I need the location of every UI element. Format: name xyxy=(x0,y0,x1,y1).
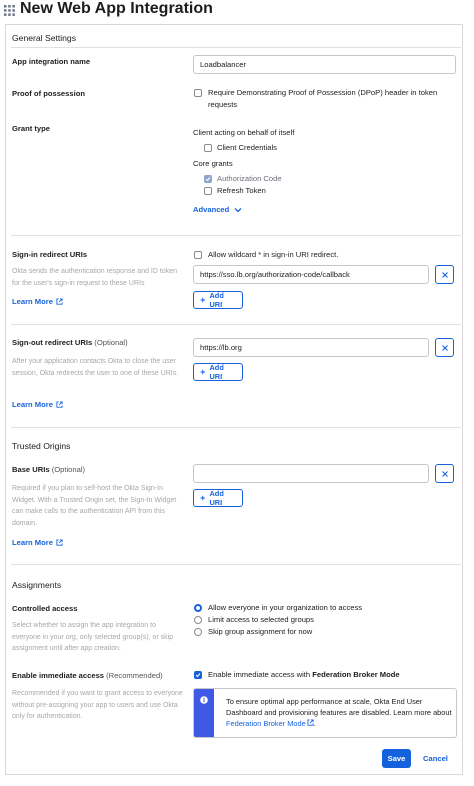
app-name-label: App integration name xyxy=(12,57,91,66)
remove-signin-uri-button[interactable] xyxy=(435,265,454,284)
base-uris-label-text: Base URIs xyxy=(12,465,50,474)
authorization-code-checkbox[interactable] xyxy=(204,175,212,183)
advanced-label: Advanced xyxy=(193,205,230,214)
signout-uri-input[interactable] xyxy=(193,338,429,357)
remove-signout-uri-button[interactable] xyxy=(435,338,454,357)
add-uri-label: Add URI xyxy=(209,363,224,381)
trusted-origins-title: Trusted Origins xyxy=(12,441,71,451)
callout-text: To ensure optimal app performance at sca… xyxy=(226,696,452,729)
federation-broker-mode-text: Federation Broker Mode xyxy=(312,670,400,679)
optional-tag: (Optional) xyxy=(51,465,86,474)
authorization-code-label: Authorization Code xyxy=(217,174,282,183)
plus-icon xyxy=(200,297,206,303)
assignments-title: Assignments xyxy=(12,580,62,590)
trusted-learn-more-link[interactable]: Learn More xyxy=(12,538,63,547)
dpop-checkbox[interactable] xyxy=(194,89,202,97)
plus-icon xyxy=(200,369,206,375)
wildcard-checkbox[interactable] xyxy=(194,251,202,259)
signin-learn-more-link[interactable]: Learn More xyxy=(12,297,63,306)
external-link-icon xyxy=(56,539,63,546)
client-credentials-label: Client Credentials xyxy=(217,143,277,152)
learn-more-text: Learn More xyxy=(12,297,53,306)
add-uri-label: Add URI xyxy=(209,489,224,507)
radio-allow-everyone-label: Allow everyone in your organization to a… xyxy=(208,603,363,612)
client-acting-heading: Client acting on behalf of itself xyxy=(193,128,295,137)
immediate-access-hint: Recommended if you want to grant access … xyxy=(12,690,183,721)
radio-limit-groups[interactable] xyxy=(194,616,202,624)
save-button[interactable]: Save xyxy=(382,749,411,768)
callout-period: . xyxy=(313,719,316,728)
pop-label: Proof of possession xyxy=(12,89,85,98)
app-grid-icon xyxy=(4,5,15,16)
immediate-access-label: Enable immediate access (Recommended) xyxy=(12,671,163,680)
signin-uri-input[interactable] xyxy=(193,265,429,284)
radio-skip-assignment[interactable] xyxy=(194,628,202,636)
close-icon xyxy=(441,271,448,278)
grant-type-label: Grant type xyxy=(12,124,50,133)
remove-base-uri-button[interactable] xyxy=(435,464,454,483)
wildcard-label: Allow wildcard * in sign-in URI redirect… xyxy=(208,250,339,259)
controlled-access-hint: Select whether to assign the app integra… xyxy=(12,622,174,653)
federation-info-callout: To ensure optimal app performance at sca… xyxy=(193,688,457,738)
plus-icon xyxy=(200,495,206,501)
immediate-access-label-text: Enable immediate access xyxy=(12,671,105,680)
learn-more-text: Learn More xyxy=(12,538,53,547)
chevron-down-icon xyxy=(234,207,242,212)
app-name-input[interactable] xyxy=(193,55,456,74)
signout-learn-more-link[interactable]: Learn More xyxy=(12,400,63,409)
page-header: New Web App Integration xyxy=(0,0,474,20)
advanced-toggle[interactable]: Advanced xyxy=(193,205,242,214)
general-settings-title: General Settings xyxy=(12,33,77,43)
info-icon xyxy=(200,696,208,704)
base-uri-add-button[interactable]: Add URI xyxy=(193,489,243,507)
close-icon xyxy=(441,470,448,477)
divider xyxy=(11,427,461,428)
signout-redirect-label-text: Sign-out redirect URIs xyxy=(12,338,93,347)
base-uri-input[interactable] xyxy=(193,464,429,483)
check-icon xyxy=(205,177,211,182)
radio-limit-groups-label: Limit access to selected groups xyxy=(208,615,314,624)
page-title: New Web App Integration xyxy=(20,0,213,17)
signout-redirect-label: Sign-out redirect URIs (Optional) xyxy=(12,338,128,347)
dpop-checkbox-label-line1: Require Demonstrating Proof of Possessio… xyxy=(208,88,438,97)
base-uris-label: Base URIs (Optional) xyxy=(12,465,85,474)
immediate-access-checkbox[interactable] xyxy=(194,671,202,679)
controlled-access-label: Controlled access xyxy=(12,604,78,613)
federation-broker-mode-link[interactable]: Federation Broker Mode xyxy=(226,719,314,728)
core-grants-heading: Core grants xyxy=(193,159,233,168)
divider xyxy=(11,324,461,325)
cancel-button[interactable]: Cancel xyxy=(423,754,448,763)
signin-redirect-hint: Okta sends the authentication response a… xyxy=(12,268,177,287)
external-link-icon xyxy=(307,719,314,726)
federation-broker-mode-link-text: Federation Broker Mode xyxy=(226,719,306,728)
signin-redirect-label: Sign-in redirect URIs xyxy=(12,250,88,259)
refresh-token-checkbox[interactable] xyxy=(204,187,212,195)
integration-form-panel: General Settings App integration name Pr… xyxy=(5,24,463,775)
refresh-token-label: Refresh Token xyxy=(217,186,266,195)
divider xyxy=(11,47,461,48)
learn-more-text: Learn More xyxy=(12,400,53,409)
immediate-access-checkbox-label: Enable immediate access with Federation … xyxy=(208,670,400,679)
signin-add-uri-button[interactable]: Add URI xyxy=(193,291,243,309)
divider xyxy=(11,564,461,565)
divider xyxy=(11,235,461,236)
signout-redirect-hint: After your application contacts Okta to … xyxy=(12,358,179,377)
add-uri-label: Add URI xyxy=(209,291,224,309)
client-credentials-checkbox[interactable] xyxy=(204,144,212,152)
external-link-icon xyxy=(56,298,63,305)
external-link-icon xyxy=(56,401,63,408)
check-icon xyxy=(195,673,201,678)
optional-tag: (Optional) xyxy=(94,338,128,347)
recommended-tag: (Recommended) xyxy=(106,671,163,680)
immediate-access-prefix: Enable immediate access with xyxy=(208,670,311,679)
radio-allow-everyone[interactable] xyxy=(194,604,202,612)
dpop-checkbox-label-line2: requests xyxy=(208,100,238,109)
signout-add-uri-button[interactable]: Add URI xyxy=(193,363,243,381)
close-icon xyxy=(441,344,448,351)
callout-message: To ensure optimal app performance at sca… xyxy=(226,697,452,717)
base-uris-hint: Required if you plan to self-host the Ok… xyxy=(12,485,177,527)
radio-skip-assignment-label: Skip group assignment for now xyxy=(208,627,313,636)
